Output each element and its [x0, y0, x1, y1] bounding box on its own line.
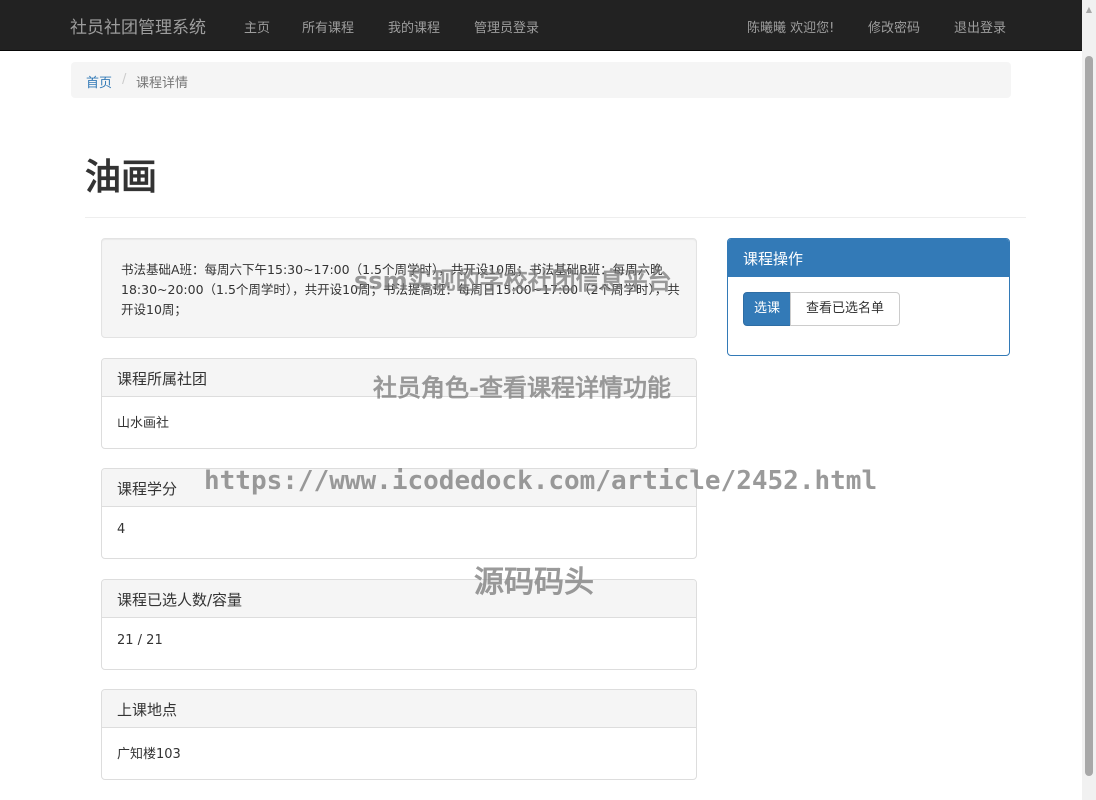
page-title: 油画 [85, 157, 158, 198]
scrollbar-thumb[interactable] [1085, 56, 1093, 776]
watermark-line3: https://www.icodedock.com/article/2452.h… [204, 466, 878, 496]
watermark-line2: 社员角色-查看课程详情功能 [373, 374, 671, 402]
scroll-up-arrow-icon[interactable]: ▲ [1085, 6, 1093, 14]
breadcrumb-current: 课程详情 [136, 76, 189, 91]
enroll-button[interactable]: 选课 [743, 292, 791, 326]
breadcrumb-separator: / [122, 72, 127, 87]
course-operations-panel: 课程操作 选课 查看已选名单 [727, 238, 1010, 356]
nav-item-admin-login[interactable]: 管理员登录 [474, 17, 539, 36]
enrollment-panel-value: 21 / 21 [117, 633, 163, 648]
brand-logo[interactable]: 社员社团管理系统 [70, 13, 206, 38]
vertical-scrollbar[interactable]: ▲ [1082, 0, 1096, 800]
nav-item-my-courses[interactable]: 我的课程 [388, 17, 440, 36]
watermark-line4: 源码码头 [474, 565, 594, 600]
watermark-line1: ssm实现的学校社团信息平台 [354, 267, 672, 295]
enrollment-panel-heading: 课程已选人数/容量 [102, 580, 696, 618]
nav-item-home[interactable]: 主页 [244, 17, 270, 36]
change-password-link[interactable]: 修改密码 [868, 17, 920, 36]
breadcrumb-home-link[interactable]: 首页 [86, 72, 112, 91]
location-panel-value: 广知楼103 [117, 747, 181, 762]
logout-link[interactable]: 退出登录 [954, 17, 1006, 36]
title-divider [85, 217, 1026, 218]
top-navbar: 社员社团管理系统 主页 所有课程 我的课程 管理员登录 陈曦曦 欢迎您! 修改密… [0, 0, 1096, 51]
view-enrolled-list-button[interactable]: 查看已选名单 [790, 292, 900, 326]
user-greeting[interactable]: 陈曦曦 欢迎您! [747, 17, 834, 36]
nav-item-all-courses[interactable]: 所有课程 [302, 17, 354, 36]
credit-panel-value: 4 [117, 522, 126, 537]
breadcrumb: 首页 / 课程详情 [71, 62, 1011, 98]
location-panel-heading: 上课地点 [102, 690, 696, 728]
location-panel: 上课地点 广知楼103 [101, 689, 697, 780]
club-panel-value: 山水画社 [117, 416, 170, 431]
course-operations-heading: 课程操作 [728, 239, 1009, 277]
enrollment-panel: 课程已选人数/容量 21 / 21 [101, 579, 697, 670]
